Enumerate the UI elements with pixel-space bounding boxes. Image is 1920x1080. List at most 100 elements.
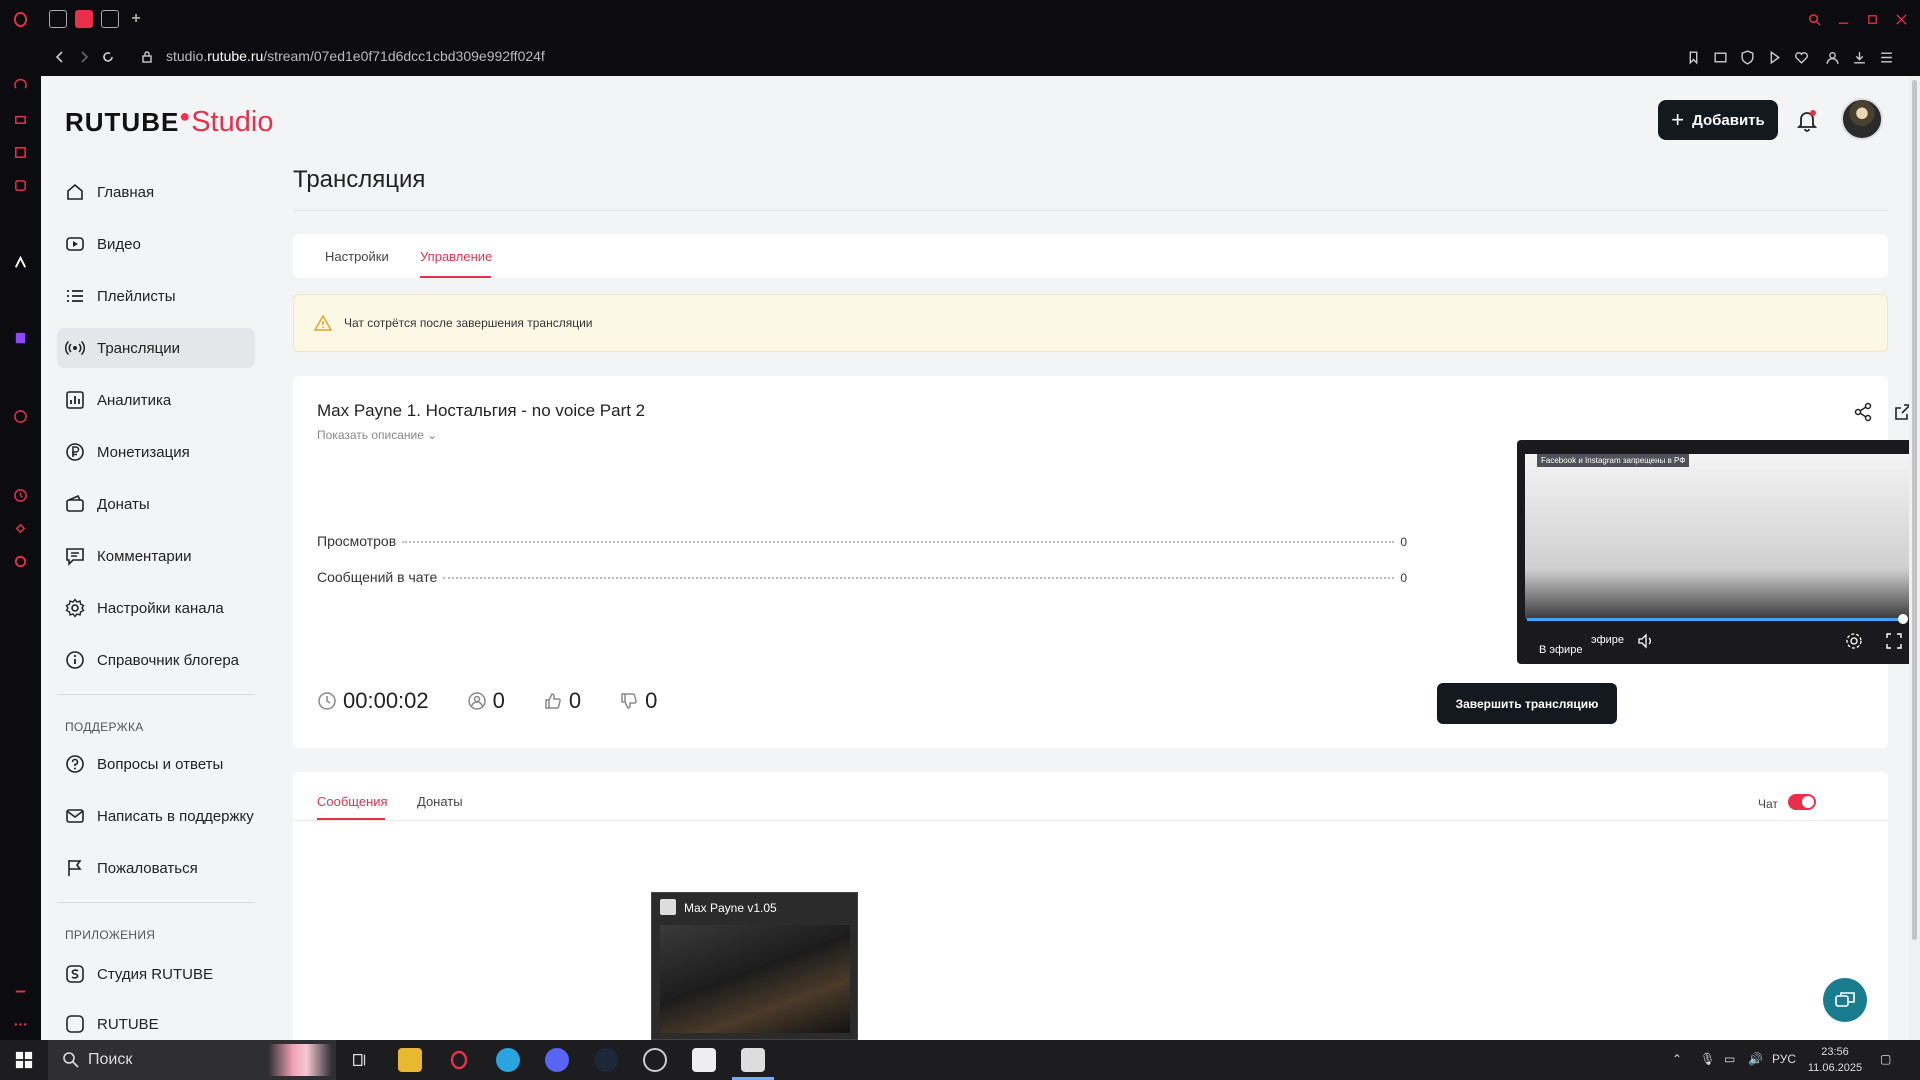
- reload-icon[interactable]: [99, 48, 117, 66]
- download-icon[interactable]: [1850, 48, 1868, 66]
- share-icon[interactable]: [1853, 402, 1873, 422]
- history-icon[interactable]: [12, 487, 29, 504]
- taskbar-search[interactable]: Поиск: [48, 1040, 336, 1080]
- new-tab-plus-icon[interactable]: +: [127, 10, 145, 28]
- tab-donations[interactable]: Донаты: [417, 794, 463, 809]
- url-field[interactable]: studio.rutube.ru/stream/07ed1e0f71d6dcc1…: [166, 48, 545, 64]
- show-description-link[interactable]: Показать описание ⌄: [317, 428, 437, 442]
- sidebar-item-faq[interactable]: Вопросы и ответы: [57, 744, 255, 784]
- forward-icon[interactable]: [75, 48, 93, 66]
- preview-thumbnail[interactable]: [660, 925, 850, 1033]
- end-stream-button[interactable]: Завершить трансляцию: [1437, 683, 1617, 724]
- search-tabs-icon[interactable]: [1804, 9, 1824, 29]
- studio-header: RUTUBE●Studio + Добавить: [41, 76, 1909, 164]
- tab-gamepad-icon[interactable]: [49, 10, 67, 28]
- network-icon[interactable]: ▭: [1724, 1052, 1735, 1066]
- sidebar-item-channel-settings[interactable]: Настройки канала: [57, 588, 255, 628]
- sidebar-item-report[interactable]: Пожаловаться: [57, 848, 255, 888]
- tab-rutube-icon[interactable]: [101, 10, 119, 28]
- gx-icon[interactable]: [12, 983, 29, 1000]
- menu-icon[interactable]: [1877, 48, 1895, 66]
- tray-chevron-icon[interactable]: ⌃: [1672, 1052, 1682, 1066]
- twitch-icon[interactable]: [12, 330, 29, 347]
- obs-icon[interactable]: [643, 1048, 667, 1072]
- sidebar-item-rutube-app[interactable]: RUTUBE: [57, 1004, 255, 1040]
- volume-icon[interactable]: [1637, 632, 1655, 650]
- scrollbar-thumb[interactable]: [1912, 80, 1917, 940]
- heart-icon[interactable]: [1792, 48, 1810, 66]
- file-explorer-icon[interactable]: [398, 1048, 422, 1072]
- language-indicator[interactable]: РУС: [1772, 1052, 1796, 1066]
- steam-icon[interactable]: [594, 1048, 618, 1072]
- fullscreen-icon[interactable]: [1885, 632, 1903, 650]
- chat-toggle-label: Чат: [1758, 797, 1778, 811]
- volume-tray-icon[interactable]: 🔊: [1748, 1052, 1763, 1066]
- task-view-icon[interactable]: [348, 1048, 372, 1072]
- settings-icon[interactable]: [12, 553, 29, 570]
- app-window-icon[interactable]: [692, 1048, 716, 1072]
- minimize-icon[interactable]: [1833, 9, 1853, 29]
- tab-settings[interactable]: Настройки: [325, 249, 389, 264]
- notification-bell-icon[interactable]: [1795, 108, 1819, 132]
- duration-metric: 00:00:02: [317, 688, 429, 714]
- play-icon[interactable]: [1765, 48, 1783, 66]
- chat-tabs-divider: [293, 820, 1888, 821]
- store-icon[interactable]: [12, 110, 29, 127]
- tab-management[interactable]: Управление: [420, 249, 492, 264]
- sidebar-item-video[interactable]: Видео: [57, 224, 255, 264]
- tab-studio-icon[interactable]: [75, 10, 93, 28]
- m-app-icon[interactable]: [12, 177, 29, 194]
- player-progress-bar[interactable]: [1527, 618, 1903, 621]
- sidebar-item-broadcasts[interactable]: Трансляции: [57, 328, 255, 368]
- profile-icon[interactable]: [1823, 48, 1841, 66]
- stream-preview-player[interactable]: Facebook и Instagram запрещены в РФ В эф…: [1517, 440, 1909, 664]
- page-scrollbar[interactable]: [1909, 76, 1920, 1040]
- telegram-icon[interactable]: [496, 1048, 520, 1072]
- more-icon[interactable]: [12, 1016, 29, 1033]
- sidebar-item-comments[interactable]: Комментарии: [57, 536, 255, 576]
- chat-toggle[interactable]: [1788, 794, 1816, 810]
- opera-logo-icon[interactable]: [12, 11, 29, 28]
- notification-center-icon[interactable]: ▢: [1880, 1052, 1891, 1066]
- extensions-icon[interactable]: [12, 520, 29, 537]
- sidebar-item-monetization[interactable]: Монетизация: [57, 432, 255, 472]
- player-progress-knob[interactable]: [1898, 614, 1908, 624]
- microphone-icon[interactable]: 🎙: [1700, 1052, 1715, 1066]
- taskbar-window-preview[interactable]: Max Payne v1.05: [651, 892, 858, 1040]
- search-icon: [63, 1052, 79, 1068]
- close-icon[interactable]: [1891, 9, 1911, 29]
- adblock-icon[interactable]: [1738, 48, 1756, 66]
- sidebar-item-playlists[interactable]: Плейлисты: [57, 276, 255, 316]
- warning-text: Чат сотрётся после завершения трансляции: [344, 316, 593, 330]
- windows-start-icon[interactable]: [12, 1048, 36, 1072]
- player-icon[interactable]: [12, 408, 29, 425]
- browser-sidebar: [0, 0, 41, 1040]
- support-chat-button[interactable]: [1823, 978, 1867, 1022]
- live-label-overlap: эфире: [1591, 634, 1625, 646]
- sidebar-item-studio-app[interactable]: Студия RUTUBE: [57, 954, 255, 994]
- sidebar-item-donations[interactable]: Донаты: [57, 484, 255, 524]
- aria-icon[interactable]: [12, 254, 29, 271]
- taskbar-clock[interactable]: 23:56 11.06.2025: [1800, 1044, 1870, 1076]
- sidebar-item-blogger-guide[interactable]: Справочник блогера: [57, 640, 255, 680]
- speed-dial-icon[interactable]: [12, 76, 29, 93]
- snapshot-icon[interactable]: [1711, 48, 1729, 66]
- max-payne-taskbar-icon[interactable]: [741, 1048, 765, 1072]
- tab-bar: +: [41, 0, 1920, 38]
- sidebar-item-home[interactable]: Главная: [57, 172, 255, 212]
- stream-title: Max Payne 1. Ностальгия - no voice Part …: [317, 401, 646, 420]
- sidebar-item-contact-support[interactable]: Написать в поддержку: [57, 796, 255, 836]
- twitch-like-icon[interactable]: [12, 144, 29, 161]
- restore-icon[interactable]: [1862, 9, 1882, 29]
- opera-gx-taskbar-icon[interactable]: [447, 1048, 471, 1072]
- player-settings-icon[interactable]: [1845, 632, 1863, 650]
- discord-icon[interactable]: [545, 1048, 569, 1072]
- rutube-studio-logo[interactable]: RUTUBE●Studio: [65, 106, 273, 139]
- tab-messages[interactable]: Сообщения: [317, 794, 388, 809]
- bookmark-icon[interactable]: [1684, 48, 1702, 66]
- sidebar-item-analytics[interactable]: Аналитика: [57, 380, 255, 420]
- back-icon[interactable]: [51, 48, 69, 66]
- open-external-icon[interactable]: [1893, 402, 1909, 422]
- avatar[interactable]: [1841, 98, 1883, 140]
- add-button[interactable]: + Добавить: [1658, 100, 1778, 140]
